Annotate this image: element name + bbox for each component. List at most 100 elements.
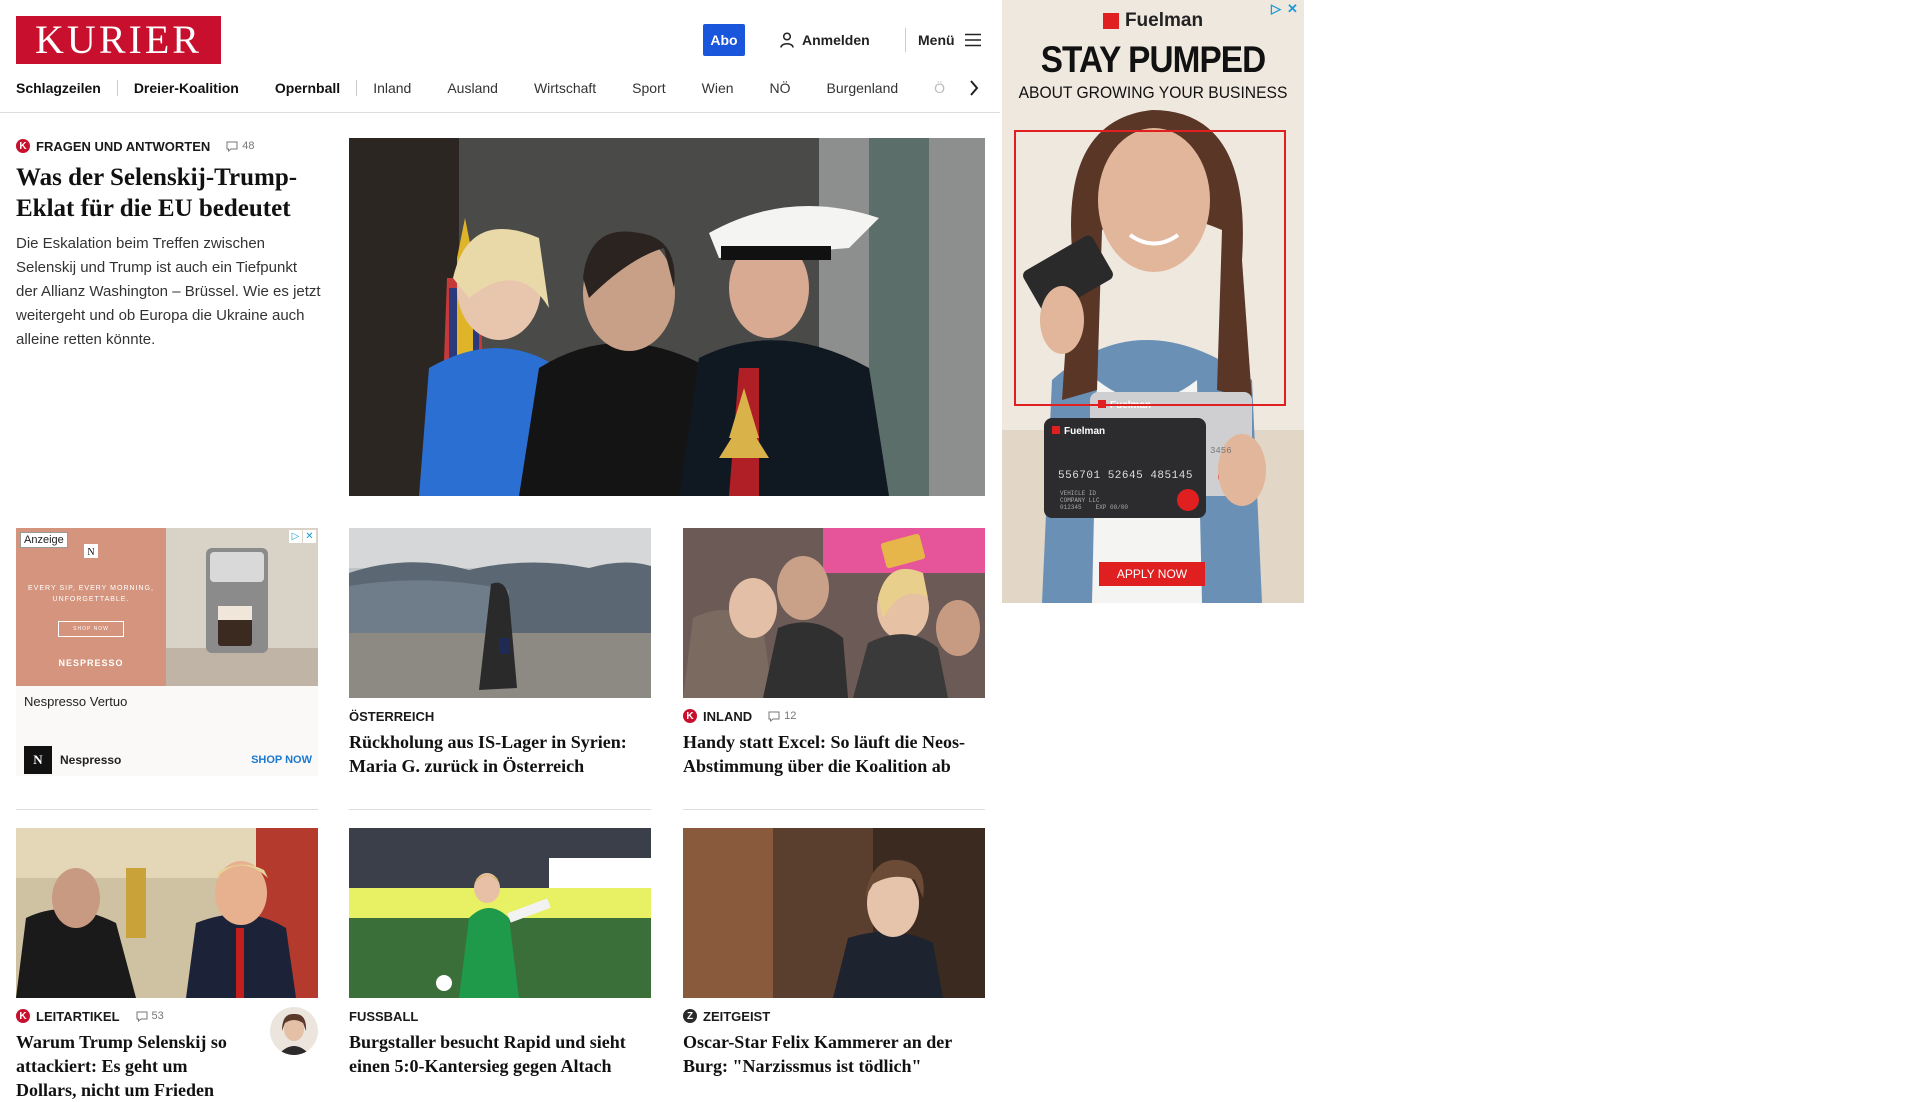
comment-icon — [768, 711, 780, 722]
ad-slogan: EVERY SIP, EVERY MORNING, UNFORGETTABLE. — [28, 585, 154, 603]
lead-photo — [349, 138, 985, 496]
nav-item-burgenland[interactable]: Burgenland — [827, 80, 899, 96]
article-card[interactable]: K INLAND 12 Handy statt Excel: So läuft … — [683, 528, 985, 778]
ad-brand-name: Nespresso — [60, 753, 122, 767]
nespresso-ad-banner: Anzeige N EVERY SIP, EVERY MORNING, UNFO… — [16, 528, 166, 686]
fuelman-ad[interactable]: Fuelman Fuelman Fuelman STAY PUMPED ABOU… — [1002, 0, 1304, 603]
fuelman-logo-icon — [1102, 13, 1119, 29]
nav-item-noe[interactable]: NÖ — [770, 80, 791, 96]
abo-button[interactable]: Abo — [703, 24, 745, 56]
svg-text:Fuelman: Fuelman — [1064, 426, 1105, 437]
card-detail-line: COMPANY LLC — [1060, 497, 1100, 504]
fuelman-brand-name: Fuelman — [1124, 10, 1204, 31]
adchoices-badge[interactable]: ▷ ✕ — [289, 530, 316, 543]
kicker-label: ZEITGEIST — [703, 1008, 771, 1024]
kurier-badge-icon: K — [16, 139, 30, 153]
card-detail-row: 012345 EXP 00/00 — [1060, 504, 1128, 511]
article-card[interactable]: Z ZEITGEIST Oscar-Star Felix Kammerer an… — [683, 828, 985, 1078]
login-link[interactable]: Anmelden — [780, 28, 870, 52]
nav-item-overflow[interactable]: Ö — [934, 80, 945, 96]
nav-item-dreier-koalition[interactable]: Dreier-Koalition — [134, 80, 239, 96]
card-divider — [349, 809, 651, 810]
menu-label: Menü — [918, 32, 955, 48]
chevron-right-icon — [970, 80, 979, 96]
nav-item-sport[interactable]: Sport — [632, 80, 665, 96]
card-small-number: 3456 — [1210, 446, 1232, 456]
article-card[interactable]: ÖSTERREICH Rückholung aus IS-Lager in Sy… — [349, 528, 651, 778]
close-icon[interactable]: ✕ — [303, 530, 316, 543]
article-title[interactable]: Warum Trump Selenskij so attackiert: Es … — [16, 1030, 231, 1102]
nav-item-schlagzeilen[interactable]: Schlagzeilen — [16, 80, 101, 96]
kicker-label: INLAND — [703, 708, 753, 724]
kurier-badge-icon: K — [683, 709, 697, 723]
apply-now-button[interactable]: APPLY NOW — [1099, 562, 1205, 586]
lead-article[interactable]: K FRAGEN UND ANTWORTEN 48 Was der Selens… — [16, 138, 321, 352]
section-nav: Schlagzeilen Dreier-Koalition Opernball … — [16, 76, 984, 100]
article-title[interactable]: Burgstaller besucht Rapid und sieht eine… — [349, 1030, 651, 1078]
lead-image[interactable] — [349, 138, 985, 496]
nespresso-logo-icon: N — [24, 746, 52, 774]
nav-item-ausland[interactable]: Ausland — [447, 80, 498, 96]
article-kicker: ÖSTERREICH — [349, 708, 651, 724]
comments-label: 53 — [151, 1010, 164, 1022]
lead-teaser: Die Eskalation beim Treffen zwischen Sel… — [16, 235, 321, 348]
card-divider — [683, 809, 985, 810]
comment-count[interactable]: 12 — [768, 710, 796, 722]
nav-item-wirtschaft[interactable]: Wirtschaft — [534, 80, 596, 96]
oval-office-photo — [16, 828, 318, 998]
article-image — [683, 828, 985, 998]
nav-scroll-right[interactable] — [964, 76, 984, 100]
nespresso-ad[interactable]: Anzeige N EVERY SIP, EVERY MORNING, UNFO… — [16, 528, 318, 776]
lead-comment-count[interactable]: 48 — [226, 140, 255, 152]
article-image — [683, 528, 985, 698]
portrait-photo — [683, 828, 985, 998]
ad-product-name: Nespresso Vertuo — [24, 694, 128, 709]
lead-comments-label: 48 — [242, 140, 255, 152]
kurier-badge-icon: K — [16, 1009, 30, 1023]
nav-item-inland[interactable]: Inland — [373, 80, 411, 96]
lead-kicker: K FRAGEN UND ANTWORTEN 48 — [16, 138, 321, 154]
article-card[interactable]: FUSSBALL Burgstaller besucht Rapid und s… — [349, 828, 651, 1078]
article-title[interactable]: Oscar-Star Felix Kammerer an der Burg: "… — [683, 1030, 985, 1078]
nav-underline — [0, 112, 1000, 113]
lead-kicker-label: FRAGEN UND ANTWORTEN — [36, 138, 211, 154]
ad-nespresso-logo-text: NESPRESSO — [58, 658, 124, 668]
nespresso-n-icon: N — [84, 544, 98, 558]
kurier-logo[interactable]: KURIER — [16, 16, 221, 64]
zeitgeist-badge-icon: Z — [683, 1009, 697, 1023]
kicker-label: LEITARTIKEL — [36, 1008, 120, 1024]
nav-item-wien[interactable]: Wien — [702, 80, 734, 96]
author-photo — [270, 1007, 318, 1055]
card-number: 556701 52645 485145 — [1058, 470, 1193, 482]
article-image — [349, 828, 651, 998]
comment-count[interactable]: 53 — [136, 1010, 164, 1022]
selfie-photo — [683, 528, 985, 698]
football-photo — [349, 828, 651, 998]
article-card[interactable]: K LEITARTIKEL 53 Warum Trump Selenskij s… — [16, 828, 318, 1102]
ad-brand[interactable]: N Nespresso — [24, 746, 121, 774]
close-icon[interactable]: ✕ — [1287, 2, 1298, 16]
ad-headline: STAY PUMPED — [1040, 39, 1266, 80]
card-detail-line: EXP 00/00 — [1095, 504, 1129, 511]
nav-item-opernball[interactable]: Opernball — [275, 80, 340, 96]
author-avatar[interactable] — [270, 1007, 318, 1055]
article-kicker: K INLAND 12 — [683, 708, 985, 724]
article-title[interactable]: Rückholung aus IS-Lager in Syrien: Maria… — [349, 730, 651, 778]
article-image — [16, 828, 318, 998]
adchoices-badge[interactable]: ▷ ✕ — [1271, 2, 1298, 16]
user-icon — [780, 32, 794, 48]
card-divider — [16, 809, 318, 810]
article-title[interactable]: Handy statt Excel: So läuft die Neos-Abs… — [683, 730, 985, 778]
ad-shop-now-small[interactable]: SHOP NOW — [58, 621, 124, 637]
kicker-label: ÖSTERREICH — [349, 708, 435, 724]
camp-photo — [349, 528, 651, 698]
ad-shop-now-button[interactable]: SHOP NOW — [251, 754, 312, 766]
kurier-site: KURIER Abo Anmelden Menü Schlagzeilen Dr… — [0, 0, 1000, 1100]
article-kicker: FUSSBALL — [349, 1008, 651, 1024]
comments-label: 12 — [784, 710, 797, 722]
lead-title[interactable]: Was der Selenskij-Trump-Eklat für die EU… — [16, 162, 321, 224]
menu-button[interactable]: Menü — [918, 28, 981, 52]
adchoices-icon[interactable]: ▷ — [1271, 2, 1281, 16]
login-label: Anmelden — [802, 32, 870, 48]
article-image — [349, 528, 651, 698]
